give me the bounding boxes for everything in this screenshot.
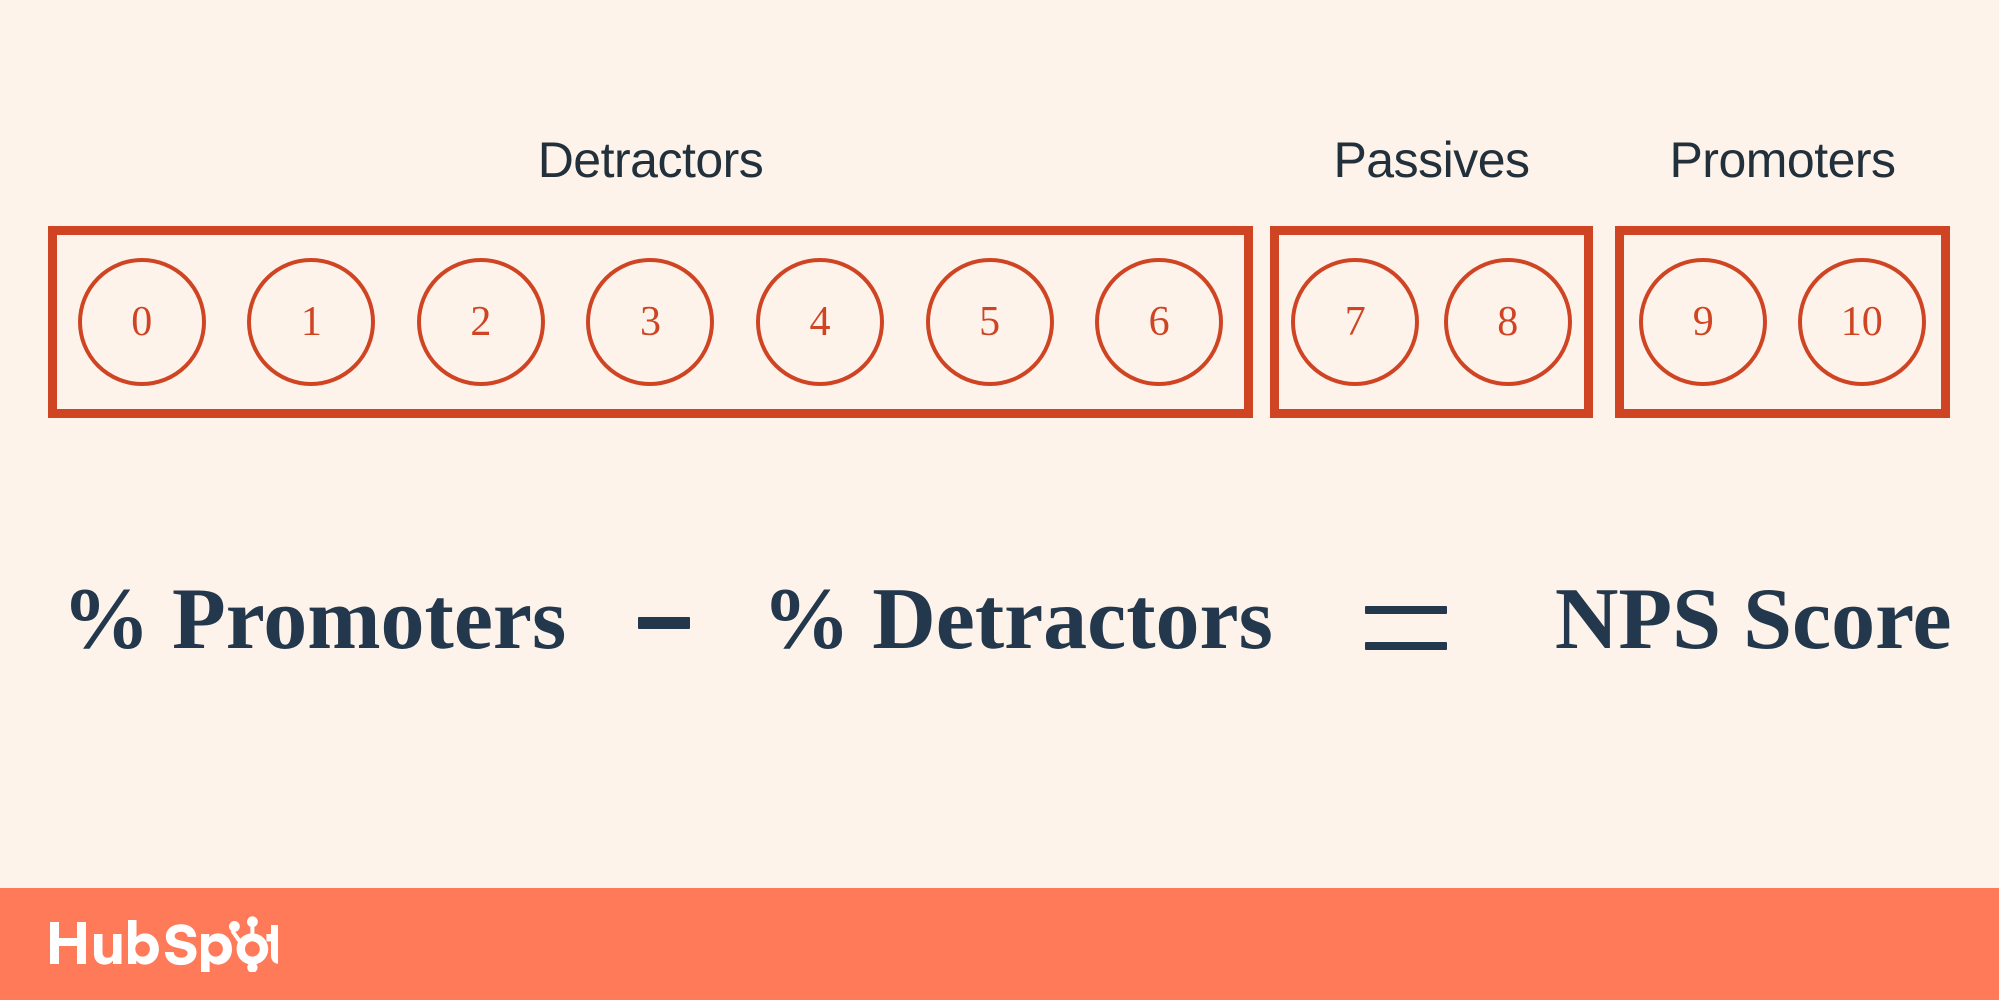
score-box-passives: 7 8 xyxy=(1270,226,1593,418)
group-label-promoters: Promoters xyxy=(1669,132,1896,188)
score-circle-10[interactable]: 10 xyxy=(1797,258,1926,386)
minus-operator-icon: – xyxy=(628,560,700,680)
score-value: 4 xyxy=(809,299,831,345)
score-value: 10 xyxy=(1840,299,1883,345)
score-circle-1[interactable]: 1 xyxy=(247,258,376,386)
formula-term-percent-detractors: % Detractors xyxy=(762,571,1273,668)
score-box-detractors: 0 1 2 3 4 5 6 xyxy=(48,226,1253,418)
score-box-promoters: 9 10 xyxy=(1615,226,1950,418)
formula-term-percent-promoters: % Promoters xyxy=(62,571,567,668)
nps-formula: % Promoters – % Detractors = NPS Score xyxy=(0,560,1999,680)
score-circle-8[interactable]: 8 xyxy=(1443,258,1572,386)
formula-result-nps-score: NPS Score xyxy=(1554,571,1952,668)
nps-scale: 0 1 2 3 4 5 6 7 8 9 10 xyxy=(0,226,1999,426)
score-value: 2 xyxy=(470,299,492,345)
score-circle-7[interactable]: 7 xyxy=(1291,258,1420,386)
score-value: 5 xyxy=(979,299,1001,345)
score-value: 8 xyxy=(1497,299,1519,345)
score-circle-9[interactable]: 9 xyxy=(1639,258,1768,386)
infographic-canvas: Detractors Passives Promoters 0 1 2 3 4 … xyxy=(0,0,1999,1000)
score-circle-3[interactable]: 3 xyxy=(586,258,715,386)
score-value: 7 xyxy=(1344,299,1366,345)
score-value: 1 xyxy=(300,299,322,345)
score-value: 9 xyxy=(1692,299,1714,345)
score-value: 0 xyxy=(131,299,153,345)
equals-bar-bottom xyxy=(1364,642,1447,650)
score-circle-5[interactable]: 5 xyxy=(925,258,1054,386)
group-label-passives: Passives xyxy=(1333,132,1530,188)
equals-bar-top xyxy=(1364,606,1447,614)
hubspot-logo xyxy=(48,914,278,972)
score-value: 3 xyxy=(639,299,661,345)
minus-bar xyxy=(638,617,691,629)
group-label-detractors: Detractors xyxy=(537,132,764,188)
score-circle-0[interactable]: 0 xyxy=(77,258,206,386)
footer-bar xyxy=(0,888,1999,1000)
score-value: 6 xyxy=(1148,299,1170,345)
group-labels-row: Detractors Passives Promoters xyxy=(0,130,1999,200)
score-circle-6[interactable]: 6 xyxy=(1095,258,1224,386)
score-circle-4[interactable]: 4 xyxy=(756,258,885,386)
equals-operator-icon: = xyxy=(1353,560,1463,680)
score-circle-2[interactable]: 2 xyxy=(416,258,545,386)
